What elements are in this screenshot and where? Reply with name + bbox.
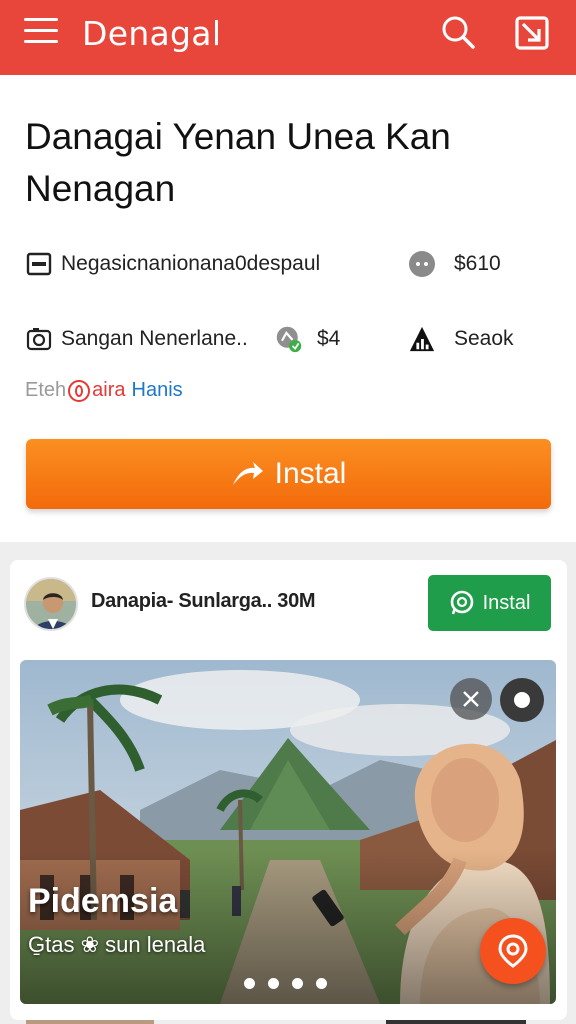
carousel-dots	[244, 978, 340, 989]
install-button-label: Instal	[274, 457, 347, 490]
camera-icon	[25, 325, 53, 353]
badge-icon	[68, 379, 91, 402]
search-icon[interactable]	[440, 14, 476, 50]
carousel-dot[interactable]	[244, 978, 255, 989]
developer-text: Negasicnanionana0despaul	[61, 252, 321, 275]
next-card-peek	[386, 1020, 526, 1024]
install-button[interactable]: Instal	[26, 439, 551, 509]
rating-icon	[275, 325, 303, 353]
rating-text: $4	[317, 327, 341, 350]
post-author[interactable]: Danapia- Sunlarga.. 30M	[91, 590, 316, 613]
card-icon	[25, 250, 53, 278]
price-text: $610	[454, 252, 501, 275]
post-install-label: Instal	[482, 591, 531, 614]
send-icon	[232, 462, 263, 485]
byline: Eteh aira Hanis	[25, 379, 183, 402]
close-media-button[interactable]	[450, 678, 492, 720]
post-install-button[interactable]: Instal	[428, 575, 551, 631]
content-rating-text: Seaok	[454, 327, 514, 350]
carousel-dot[interactable]	[316, 978, 327, 989]
meta-category: Sangan Nenerlane..	[25, 325, 248, 353]
top-app-bar: Denagal	[0, 0, 576, 75]
meta-price: $610	[408, 250, 501, 278]
media-caption-subtitle: G̱tas ❀ sun lenala	[28, 932, 206, 957]
face-icon	[408, 250, 436, 278]
category-text: Sangan Nenerlane..	[61, 327, 248, 350]
media-caption-title: Pidemsia	[28, 882, 178, 920]
close-icon	[463, 691, 479, 707]
post-card: Danapia- Sunlarga.. 30M Instal Pidemsia …	[10, 560, 567, 1020]
byline-part-2: aira	[92, 379, 126, 401]
meta-developer: Negasicnanionana0despaul	[25, 250, 320, 278]
whatsapp-icon	[450, 590, 473, 615]
record-icon[interactable]	[500, 678, 544, 722]
app-header-card: Danagai Yenan Unea Kan Nenagan Negasicna…	[0, 75, 576, 542]
location-fab[interactable]	[480, 918, 546, 984]
app-title: Danagai Yenan Unea Kan Nenagan	[25, 116, 451, 209]
external-share-icon[interactable]	[514, 15, 550, 51]
byline-part-1: Eteh	[25, 379, 67, 401]
chart-warning-icon	[408, 325, 436, 353]
next-card-peek	[26, 1020, 154, 1024]
meta-content-rating: Seaok	[408, 325, 514, 353]
post-media[interactable]: Pidemsia G̱tas ❀ sun lenala	[20, 660, 556, 1004]
meta-rating: $4	[275, 325, 340, 353]
app-bar-title: Denagal	[82, 14, 222, 53]
carousel-dot[interactable]	[268, 978, 279, 989]
carousel-dot[interactable]	[292, 978, 303, 989]
byline-part-3[interactable]: Hanis	[132, 379, 183, 402]
hamburger-menu-icon[interactable]	[24, 18, 58, 48]
avatar[interactable]	[24, 577, 78, 631]
location-pin-icon	[498, 934, 528, 968]
